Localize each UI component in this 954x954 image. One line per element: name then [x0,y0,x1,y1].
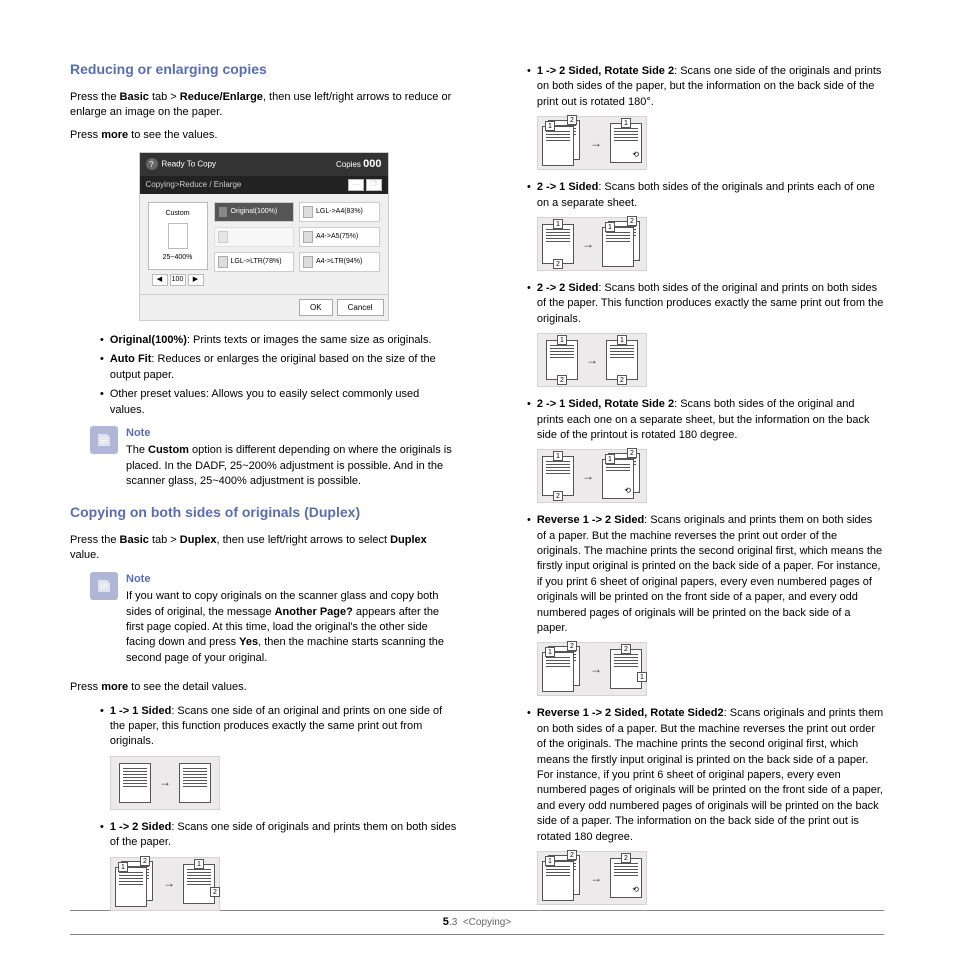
list-item: 2 -> 1 Sided: Scans both sides of the or… [527,180,884,211]
list-item: 1 -> 2 Sided: Scans one side of original… [100,820,457,851]
help-icon: ? [146,158,158,170]
minimize-icon: — [348,179,364,191]
diagram-2-1-sided: 1 2 → 2 1 [537,217,647,271]
heading-duplex: Copying on both sides of originals (Dupl… [70,503,457,523]
note-icon [90,572,118,600]
note-title: Note [126,426,457,441]
cancel-button: Cancel [337,299,384,316]
heading-reduce-enlarge: Reducing or enlarging copies [70,60,457,80]
rotate-icon: ⟲ [632,884,639,895]
diagram-1-1-sided: → [110,756,220,810]
page-footer: 5.3 <Copying> [70,910,884,935]
rotate-icon: ⟲ [624,485,631,496]
ok-button: OK [299,299,333,316]
paragraph: Press more to see the values. [70,128,457,143]
list-item: Reverse 1 -> 2 Sided, Rotate Sided2: Sca… [527,706,884,845]
list-item: 2 -> 2 Sided: Scans both sides of the or… [527,281,884,327]
next-icon: ▶ [188,274,204,286]
restore-icon: ❐ [366,179,382,191]
arrow-icon: → [159,774,171,791]
arrow-icon: → [590,870,602,887]
prev-icon: ◀ [152,274,168,286]
rotate-icon: ⟲ [632,149,639,160]
diagram-1-2-rotate: 2 1 → 1 ⟲ [537,116,647,170]
list-item: 1 -> 2 Sided, Rotate Side 2: Scans one s… [527,64,884,110]
arrow-icon: → [590,135,602,152]
note-icon [90,426,118,454]
paragraph: Press the Basic tab > Reduce/Enlarge, th… [70,90,457,121]
paragraph: Press the Basic tab > Duplex, then use l… [70,533,457,564]
arrow-icon: → [163,875,175,892]
list-item: Reverse 1 -> 2 Sided: Scans originals an… [527,513,884,636]
diagram-2-2-sided: 1 2 → 1 2 [537,333,647,387]
note-title: Note [126,572,457,587]
diagram-reverse-1-2: 2 1 → 2 1 [537,642,647,696]
page-icon [168,223,188,249]
arrow-icon: → [590,661,602,678]
paragraph: Press more to see the detail values. [70,680,457,695]
list-item: Auto Fit: Reduces or enlarges the origin… [100,352,457,383]
arrow-icon: → [582,468,594,485]
diagram-1-2-sided: 2 1 → 1 2 [110,857,220,911]
arrow-icon: → [582,236,594,253]
list-item: 1 -> 1 Sided: Scans one side of an origi… [100,704,457,750]
list-item: Other preset values: Allows you to easil… [100,387,457,418]
diagram-2-1-rotate: 1 2 → 2 1⟲ [537,449,647,503]
ui-screenshot-reduce-enlarge: ?Ready To Copy Copies 000 Copying>Reduce… [139,152,389,321]
arrow-icon: → [586,352,598,369]
list-item: 2 -> 1 Sided, Rotate Side 2: Scans both … [527,397,884,443]
note-body: The Custom option is different depending… [126,443,457,489]
note-body: If you want to copy originals on the sca… [126,589,457,666]
diagram-reverse-1-2-rotate: 2 1 → 2 ⟲ [537,851,647,905]
list-item: Original(100%): Prints texts or images t… [100,333,457,348]
